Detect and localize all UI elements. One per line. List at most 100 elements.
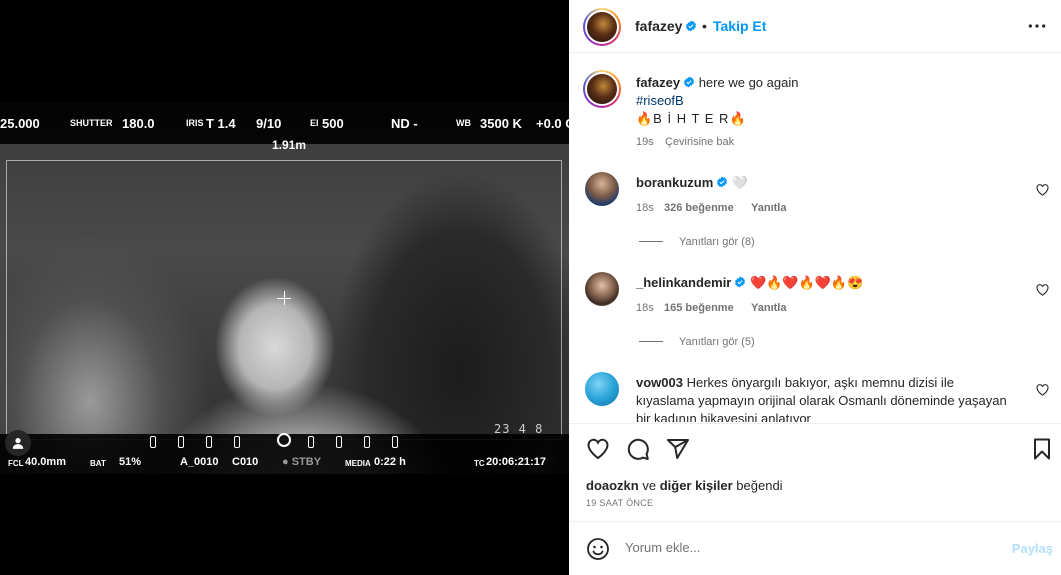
like-comment-icon[interactable] — [1036, 184, 1049, 196]
liked-by-user[interactable]: doaozkn — [586, 478, 639, 493]
post-time[interactable]: 19 SAAT ÖNCE — [586, 498, 653, 508]
caption-avatar[interactable] — [583, 70, 621, 108]
tick-mark — [206, 436, 212, 448]
post-photo: 25.000 SHUTTER 180.0 IRIS T 1.4 9/10 EI … — [0, 102, 569, 474]
comment-body: ❤️🔥❤️🔥❤️🔥😍 — [750, 275, 864, 290]
hud-iso: 25.000 — [0, 116, 40, 131]
caption-body: here we go again — [698, 75, 799, 90]
tick-mark — [234, 436, 240, 448]
comment-username[interactable]: vow003 — [636, 375, 683, 390]
hud-tc-label: TC — [474, 459, 485, 468]
hud-tc-value: 20:06:21:17 — [486, 456, 546, 468]
tick-mark — [178, 436, 184, 448]
like-comment-icon[interactable] — [1036, 384, 1049, 396]
comment-text: borankuzum 🤍 — [636, 174, 748, 192]
verified-badge-icon — [735, 276, 746, 288]
person-icon — [12, 438, 24, 449]
tick-mark — [392, 436, 398, 448]
liked-by-end: beğendi — [732, 478, 783, 493]
comment-text: _helinkandemir ❤️🔥❤️🔥❤️🔥😍 — [636, 274, 863, 292]
verified-badge-icon — [686, 20, 697, 32]
hud-iris-value: T 1.4 — [206, 116, 236, 131]
caption-text: fafazey here we go again — [636, 74, 798, 92]
replies-line — [639, 241, 663, 242]
share-icon[interactable] — [666, 437, 690, 461]
post-header: fafazey • Takip Et — [569, 0, 1061, 53]
like-icon[interactable] — [586, 437, 610, 461]
liked-by-text: doaozkn ve diğer kişiler beğendi — [586, 478, 783, 493]
post-actions: doaozkn ve diğer kişiler beğendi 19 SAAT… — [569, 423, 1061, 523]
liked-by-others[interactable]: diğer kişiler — [660, 478, 733, 493]
caption-hashtag[interactable]: #riseofB — [636, 92, 684, 110]
hud-distance: 1.91m — [272, 138, 307, 152]
crosshair-icon-vertical — [284, 291, 285, 305]
separator-dot: • — [702, 18, 707, 34]
comment-avatar-helinkandemir[interactable] — [585, 272, 619, 306]
hud-wb-label: WB — [456, 118, 471, 128]
replies-line — [639, 341, 663, 342]
hud-wb-value: 3500 K — [480, 116, 522, 131]
comment-username[interactable]: borankuzum — [636, 175, 713, 190]
comment-time[interactable]: 18s — [636, 202, 654, 214]
hud-fcl-label: FCL — [8, 459, 24, 468]
comment-text: vow003 Herkes önyargılı bakıyor, aşkı me… — [636, 374, 1036, 392]
hud-nd-label: ND - — [391, 116, 418, 131]
hud-tint: +0.0 C — [536, 116, 569, 131]
hud-status-text: STBY — [291, 456, 322, 468]
comment-likes[interactable]: 326 beğenme — [664, 202, 734, 214]
comment-likes[interactable]: 165 beğenme — [664, 302, 734, 314]
tick-mark — [364, 436, 370, 448]
hud-fcl-value: 40.0mm — [25, 456, 66, 468]
reply-button[interactable]: Yanıtla — [751, 302, 786, 314]
comment-icon[interactable] — [626, 437, 650, 461]
comment-avatar-borankuzum[interactable] — [585, 172, 619, 206]
save-icon[interactable] — [1030, 437, 1054, 461]
comment-input[interactable] — [625, 540, 985, 555]
hud-shutter-label: SHUTTER — [70, 118, 113, 128]
view-replies-label[interactable]: Yanıtları gör (8) — [679, 236, 755, 248]
author-username-text[interactable]: fafazey — [635, 18, 682, 34]
post-comment-button[interactable]: Paylaş — [1012, 541, 1053, 556]
tick-mark — [150, 436, 156, 448]
like-comment-icon[interactable] — [1036, 284, 1049, 296]
hud-media-label: MEDIA — [345, 459, 371, 468]
add-comment-bar: Paylaş — [569, 521, 1061, 575]
tick-mark — [336, 436, 342, 448]
view-replies-button[interactable]: Yanıtları gör (5) — [639, 336, 755, 348]
comment-body-line2: kıyaslama yapmayın orijinal olarak Osman… — [636, 393, 1007, 408]
comment-avatar-vow003[interactable] — [585, 372, 619, 406]
author-avatar[interactable] — [583, 8, 621, 46]
hud-clip-no: C010 — [232, 456, 259, 468]
emoji-icon[interactable] — [586, 537, 610, 561]
caption-username[interactable]: fafazey — [636, 75, 680, 90]
hud-ei-value: 500 — [322, 116, 344, 131]
author-username[interactable]: fafazey — [635, 18, 697, 34]
comment-username[interactable]: _helinkandemir — [636, 275, 731, 290]
translate-link[interactable]: Çevirisine bak — [665, 136, 734, 148]
hud-ei-label: EI — [310, 118, 319, 128]
comment-body: 🤍 — [731, 175, 749, 190]
hud-clip: A_0010 — [180, 456, 219, 468]
more-options-icon[interactable] — [1027, 18, 1047, 34]
hud-status: ● STBY — [282, 456, 322, 468]
liked-by-mid: ve — [638, 478, 660, 493]
hud-bat-label: BAT — [90, 459, 106, 468]
view-replies-label[interactable]: Yanıtları gör (5) — [679, 336, 755, 348]
tagged-users-button[interactable] — [5, 430, 31, 456]
comment-body-line3: bir kadının hikayesini anlatıyor — [636, 411, 811, 422]
hud-shutter-value: 180.0 — [122, 116, 155, 131]
verified-badge-icon — [684, 76, 695, 88]
instagram-post-modal: 25.000 SHUTTER 180.0 IRIS T 1.4 9/10 EI … — [0, 0, 1061, 575]
tick-mark — [308, 436, 314, 448]
comments-list[interactable]: fafazey here we go again #riseofB 🔥B İ H… — [569, 54, 1061, 422]
view-replies-button[interactable]: Yanıtları gör (8) — [639, 236, 755, 248]
post-media[interactable]: 25.000 SHUTTER 180.0 IRIS T 1.4 9/10 EI … — [0, 0, 569, 575]
post-sidebar: fafazey • Takip Et fafazey here we go ag… — [569, 0, 1061, 575]
comment-body-line1: Herkes önyargılı bakıyor, aşkı memnu diz… — [686, 375, 954, 390]
reply-button[interactable]: Yanıtla — [751, 202, 786, 214]
hud-bat-value: 51% — [119, 456, 142, 468]
comment-time[interactable]: 18s — [636, 302, 654, 314]
hud-iris-label: IRIS — [186, 118, 204, 128]
caption-time[interactable]: 19s — [636, 136, 654, 148]
follow-button[interactable]: Takip Et — [713, 18, 766, 34]
